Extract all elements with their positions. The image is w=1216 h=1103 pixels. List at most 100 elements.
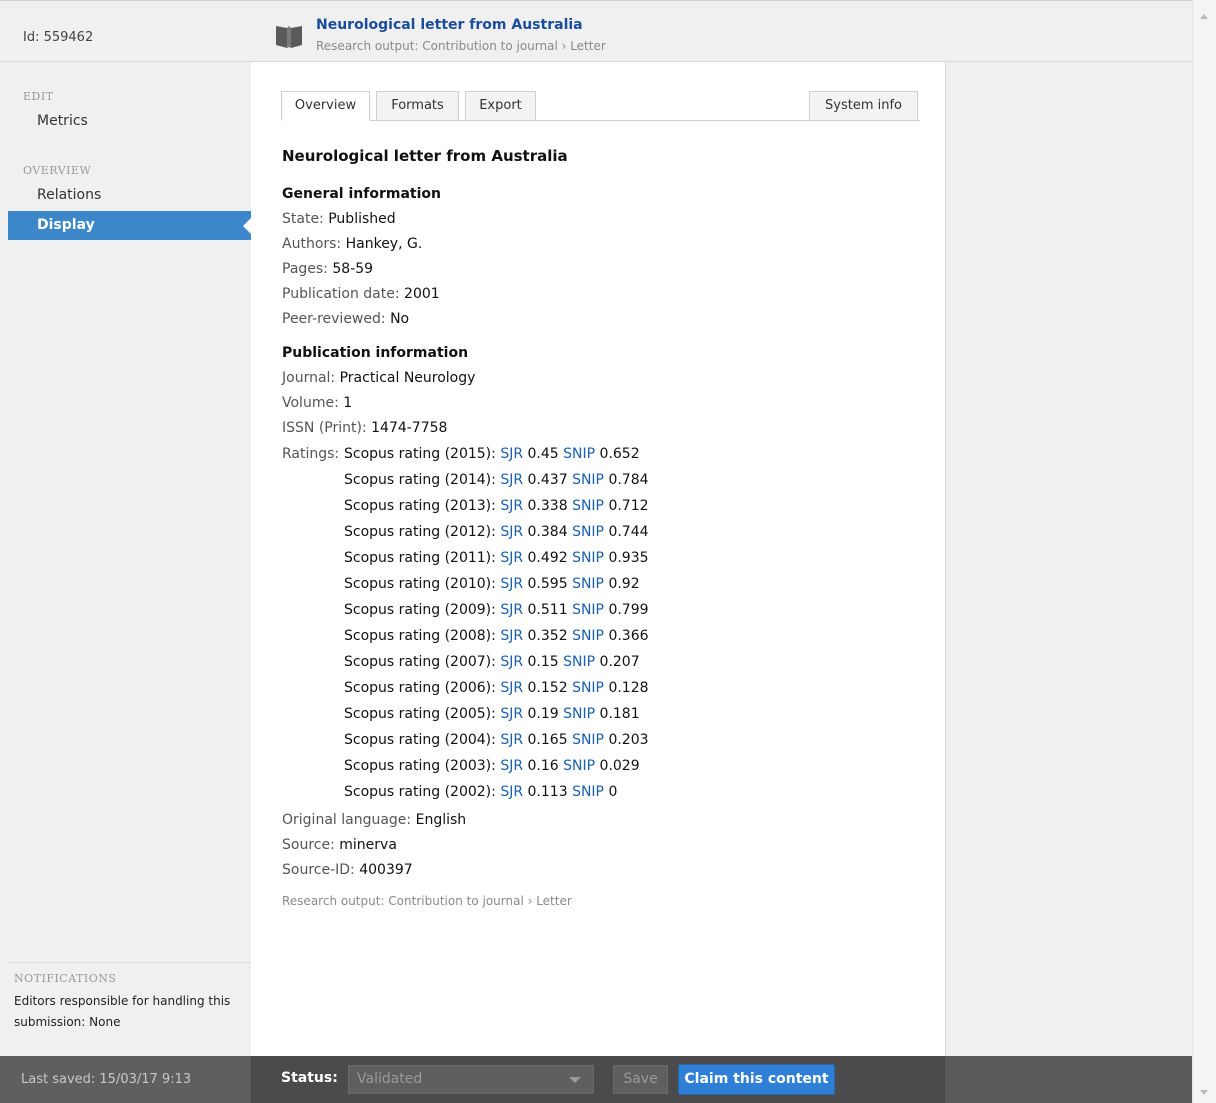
status-select[interactable]: Validated [348, 1065, 594, 1094]
field-value: Hankey, G. [345, 236, 423, 252]
snip-link[interactable]: SNIP [572, 628, 604, 644]
save-button[interactable]: Save [613, 1065, 668, 1094]
rating-row: Scopus rating (2009): SJR 0.511 SNIP 0.7… [282, 597, 922, 623]
sjr-value: 0.492 [527, 550, 568, 566]
snip-value: 0.744 [608, 524, 649, 540]
rating-row: Scopus rating (2003): SJR 0.16 SNIP 0.02… [282, 753, 922, 779]
snip-link[interactable]: SNIP [563, 446, 595, 462]
snip-value: 0.181 [599, 706, 640, 722]
ratings-label: Ratings: [282, 446, 340, 462]
sjr-link[interactable]: SJR [500, 524, 523, 540]
detail-panel: General information State: Published Aut… [282, 182, 922, 914]
field-value: 2001 [404, 286, 440, 302]
notifications: NOTIFICATIONS Editors responsible for ha… [8, 962, 251, 1033]
snip-value: 0.128 [608, 680, 649, 696]
sidebar-item-relations[interactable]: Relations [0, 181, 251, 210]
sjr-link[interactable]: SJR [500, 706, 523, 722]
field-key: Authors: [282, 236, 342, 252]
sjr-link[interactable]: SJR [500, 576, 523, 592]
snip-link[interactable]: SNIP [572, 472, 604, 488]
sjr-link[interactable]: SJR [500, 472, 523, 488]
general-list: State: Published Authors: Hankey, G. Pag… [282, 207, 922, 332]
snip-value: 0.652 [599, 446, 640, 462]
field-value: 400397 [359, 862, 413, 878]
sjr-link[interactable]: SJR [500, 628, 523, 644]
status-area: Status: Validated Save Claim this conten… [251, 1056, 945, 1103]
claim-content-button[interactable]: Claim this content [678, 1064, 835, 1095]
snip-link[interactable]: SNIP [572, 602, 604, 618]
field-key: Source-ID: [282, 862, 355, 878]
notifications-text: Editors responsible for handling this su… [14, 994, 231, 1029]
rating-name: Scopus rating (2004): [344, 732, 496, 748]
field-value: minerva [339, 837, 397, 853]
snip-value: 0 [608, 784, 618, 800]
snip-link[interactable]: SNIP [572, 498, 604, 514]
snip-link[interactable]: SNIP [563, 706, 595, 722]
ratings-list: Scopus rating (2015): SJR 0.45 SNIP 0.65… [282, 441, 922, 805]
sjr-link[interactable]: SJR [500, 680, 523, 696]
last-saved: Last saved: 15/03/17 9:13 [0, 1056, 251, 1103]
rating-name: Scopus rating (2012): [344, 524, 496, 540]
snip-link[interactable]: SNIP [572, 732, 604, 748]
sjr-link[interactable]: SJR [500, 550, 523, 566]
section-edit: EDIT [23, 90, 54, 103]
scroll-down-icon[interactable] [1200, 1090, 1208, 1095]
sjr-link[interactable]: SJR [500, 602, 523, 618]
rating-row: Scopus rating (2007): SJR 0.15 SNIP 0.20… [282, 649, 922, 675]
sjr-value: 0.19 [527, 706, 559, 722]
sjr-link[interactable]: SJR [500, 446, 523, 462]
rating-name: Scopus rating (2015): [344, 446, 496, 462]
field-key: Original language: [282, 812, 412, 828]
snip-link[interactable]: SNIP [563, 758, 595, 774]
field-key: Volume: [282, 395, 339, 411]
sjr-value: 0.338 [527, 498, 568, 514]
field-value: 1 [343, 395, 353, 411]
rating-name: Scopus rating (2010): [344, 576, 496, 592]
sjr-value: 0.165 [527, 732, 568, 748]
scroll-up-icon[interactable] [1200, 14, 1208, 19]
bottom-right-area [945, 1056, 1192, 1103]
tab-system-info[interactable]: System info [809, 91, 918, 121]
field-value: Published [328, 211, 396, 227]
sidebar: EDIT Metrics OVERVIEW Relations Display … [0, 62, 251, 1056]
field-row: Source-ID: 400397 [282, 858, 922, 883]
scrollbar[interactable] [1192, 0, 1216, 1103]
sjr-value: 0.15 [527, 654, 559, 670]
rating-row: Scopus rating (2002): SJR 0.113 SNIP 0 [282, 779, 922, 805]
snip-link[interactable]: SNIP [572, 680, 604, 696]
tab-overview[interactable]: Overview [281, 91, 370, 121]
section-overview: OVERVIEW [23, 164, 92, 177]
field-row: Authors: Hankey, G. [282, 232, 922, 257]
rating-row: Scopus rating (2006): SJR 0.152 SNIP 0.1… [282, 675, 922, 701]
sjr-value: 0.352 [527, 628, 568, 644]
snip-link[interactable]: SNIP [572, 524, 604, 540]
page-title[interactable]: Neurological letter from Australia [316, 17, 583, 33]
sjr-link[interactable]: SJR [500, 784, 523, 800]
snip-link[interactable]: SNIP [572, 550, 604, 566]
sidebar-item-display[interactable]: Display [8, 211, 251, 240]
sjr-value: 0.113 [527, 784, 568, 800]
publication-heading: Publication information [282, 345, 469, 361]
status-label: Status: [281, 1070, 338, 1086]
snip-link[interactable]: SNIP [572, 784, 604, 800]
snip-link[interactable]: SNIP [563, 654, 595, 670]
rating-name: Scopus rating (2007): [344, 654, 496, 670]
sidebar-item-metrics[interactable]: Metrics [0, 107, 251, 136]
field-row: Publication date: 2001 [282, 282, 922, 307]
sjr-link[interactable]: SJR [500, 758, 523, 774]
sjr-value: 0.595 [527, 576, 568, 592]
snip-value: 0.207 [599, 654, 640, 670]
sjr-link[interactable]: SJR [500, 654, 523, 670]
snip-link[interactable]: SNIP [572, 576, 604, 592]
tab-export[interactable]: Export [465, 91, 536, 121]
field-row: Pages: 58-59 [282, 257, 922, 282]
sjr-link[interactable]: SJR [500, 498, 523, 514]
bottom-bar: Last saved: 15/03/17 9:13 Status: Valida… [0, 1056, 1192, 1103]
field-key: Pages: [282, 261, 328, 277]
sjr-link[interactable]: SJR [500, 732, 523, 748]
tab-formats[interactable]: Formats [376, 91, 459, 121]
rating-row: Scopus rating (2012): SJR 0.384 SNIP 0.7… [282, 519, 922, 545]
ratings: Ratings: Scopus rating (2015): SJR 0.45 … [282, 441, 922, 805]
general-heading: General information [282, 186, 441, 202]
field-row: State: Published [282, 207, 922, 232]
